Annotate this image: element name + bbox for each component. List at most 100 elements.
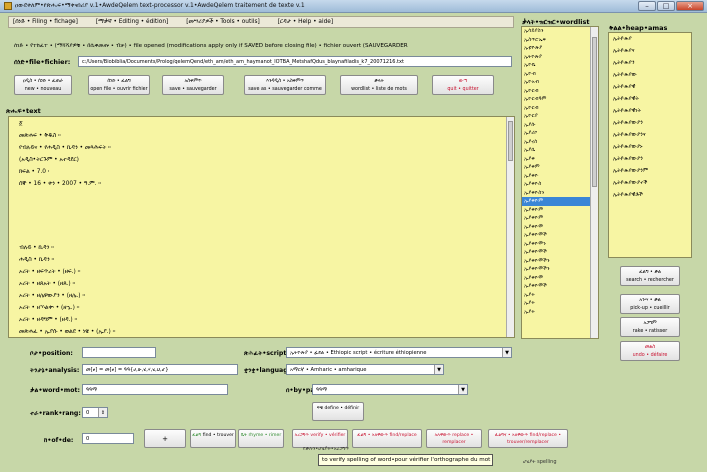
language-select[interactable]: አማርኛ • Amharic • amharique ▼	[286, 364, 444, 375]
wordlist-listbox[interactable]: ኢሳይያስን ኢስጥሮኤፍ ኢቲዮጵያ ኢትዮጵያ ኢዮቤ ኢዮብ ኢዮአብ ኢዮርብ ኢዮርብ…	[521, 26, 599, 339]
undo-button[interactable]: መልስ undo • défaire	[620, 341, 680, 361]
save-button[interactable]: አስቀምጥ save • sauvegarder	[162, 75, 224, 95]
quit-button[interactable]: ውጣ quit • quitter	[432, 75, 494, 95]
search-button-label-am: ፈልግ • ቃል	[639, 270, 661, 275]
wordlist-item[interactable]: ኢስጥሮኤፍ	[522, 36, 598, 45]
word-field[interactable]: ዓዓማ	[82, 384, 228, 395]
wordlist-item[interactable]: ኢያት	[522, 299, 598, 308]
menu-help[interactable]: [ርዳታ • Help • aide]	[278, 19, 333, 26]
pick-up-button[interactable]: አንሣ • ቃል pick-up • cueillir	[620, 294, 680, 314]
heap-item[interactable]: ኢትዮጵያውያን	[609, 153, 691, 165]
wordlist-item[interactable]: ኢዮቤ	[522, 61, 598, 70]
heap-item[interactable]: ኢትዮጵያ	[609, 33, 691, 45]
text-line: ብሉይ • ኪዳን ።	[19, 245, 54, 251]
plus-button[interactable]: +	[144, 429, 186, 448]
heap-item[interactable]: ኢትዮጵያውያንና	[609, 129, 691, 141]
text-scroll-thumb[interactable]	[508, 121, 513, 161]
open-file-button[interactable]: ሰነድ • ፈልግ open file • ouvrir fichier	[88, 75, 150, 95]
position-field[interactable]	[82, 347, 156, 358]
bypar-select[interactable]: ዓዓማ ▼	[312, 384, 468, 395]
find-replace-button[interactable]: ፈልግ • አለዋውጥ find/replace	[352, 429, 422, 448]
wordlist-item[interactable]: ኢያቅዮሞች	[522, 282, 598, 291]
heap-item[interactable]: ኢትዮጵያው	[609, 69, 691, 81]
analysis-label: ትንታኔ•analysis:	[30, 367, 80, 374]
undo-button-label-am: መልስ	[644, 345, 656, 350]
wordlist-button[interactable]: ቃላት wordlist • liste de mots	[340, 75, 418, 95]
wordlist-item[interactable]: ኢያቅዮስ	[522, 180, 598, 189]
wordlist-item[interactable]: ኢያቅ	[522, 155, 598, 164]
wordlist-item[interactable]: ኢዮርያ	[522, 112, 598, 121]
heap-item[interactable]: ኢትዮጵያና	[609, 45, 691, 57]
text-scrollbar[interactable]	[506, 117, 514, 337]
rank-stepper[interactable]: 0 ⇕	[82, 407, 108, 418]
chevron-down-icon[interactable]: ▼	[458, 385, 467, 394]
menu-tools[interactable]: [መሣሪያዎች • Tools • outils]	[186, 19, 260, 26]
maximize-button[interactable]: □	[657, 1, 675, 11]
wordlist-item[interactable]: ኢያሪኮ	[522, 129, 598, 138]
heap-item[interactable]: ኢትዮጵያዊት	[609, 93, 691, 105]
wordlist-item[interactable]: ኢሳይያስን	[522, 27, 598, 36]
heap-item[interactable]: ኢትዮጵያውያኖች	[609, 177, 691, 189]
chevron-down-icon[interactable]: ▼	[434, 365, 443, 374]
wordlist-item[interactable]: ኢያኖስ	[522, 138, 598, 147]
heap-item[interactable]: ኢትዮጵያዊ	[609, 81, 691, 93]
wordlist-scroll-thumb[interactable]	[592, 37, 597, 187]
wordlist-item[interactable]: ኢያቅዮሞ	[522, 223, 598, 232]
wordlist-item[interactable]: ኢያቅም	[522, 163, 598, 172]
define-button[interactable]: ፍቺ define • définir	[312, 402, 364, 421]
wordlist-item[interactable]: ኢያሱ	[522, 121, 598, 130]
text-line: ኦሪት • ዘጸአት • (ዘጸ.) ።	[19, 281, 76, 287]
minimize-button[interactable]: –	[638, 1, 656, 11]
heap-item[interactable]: ኢትዮጵያን	[609, 57, 691, 69]
wordlist-item[interactable]: ኢዮርብዓም	[522, 95, 598, 104]
wordlist-item[interactable]: ኢያቅዮም	[522, 206, 598, 215]
search-button[interactable]: ፈልግ • ቃል search • rechercher	[620, 266, 680, 286]
save-as-button[interactable]: እንዳዲስ • አስቀምጥ save as • sauvegarder comm…	[244, 75, 326, 95]
wordlist-item[interactable]: ኢያት	[522, 308, 598, 317]
chevron-down-icon[interactable]: ▼	[502, 348, 511, 357]
wordlist-item[interactable]: ኢያቅዮሞች	[522, 231, 598, 240]
heap-item[interactable]: ኢትዮጵያውያን	[609, 117, 691, 129]
hold-field[interactable]: 0	[82, 433, 134, 444]
find-button[interactable]: ፈልግ find • trouver	[190, 429, 236, 448]
wordlist-item[interactable]: ኢያቅዮሞን	[522, 240, 598, 249]
rake-button[interactable]: አጋግም rake • ratisser	[620, 317, 680, 337]
menu-filing[interactable]: [ሰነድ • Filing • fichage]	[13, 19, 78, 26]
file-path-field[interactable]: c:/Users/Biobiblia/Documents/Prolog/qele…	[78, 56, 512, 67]
heap-item[interactable]: ኢትዮጵያውያኑ	[609, 141, 691, 153]
heap-listbox[interactable]: ኢትዮጵያ ኢትዮጵያና ኢትዮጵያን ኢትዮጵያው ኢትዮጵያዊ ኢትዮጵያዊት ኢትዮጵ…	[608, 32, 692, 258]
script-select[interactable]: ኢትዮጵያ • ፊደል • Ethiopic script • écriture…	[286, 347, 512, 358]
new-button[interactable]: ዐዲስ • ሰነድ • ፈጠራ new • nouveau	[14, 75, 72, 95]
heap-item[interactable]: ኢትዮጵያዊነት	[609, 105, 691, 117]
wordlist-item[interactable]: ኢያቅዮም	[522, 214, 598, 223]
find-replace-all-button[interactable]: ፈልግና • አለዋውጥ find/replace • trouver/remp…	[488, 429, 568, 448]
wordlist-item[interactable]: ኢያቅዮስን	[522, 189, 598, 198]
heap-item[interactable]: ኢትዮጵያውያንም	[609, 165, 691, 177]
heap-item[interactable]: ኢትዮጵያዊቶች	[609, 189, 691, 201]
rank-label: ተራ•rank•rang:	[30, 410, 81, 417]
wordlist-scrollbar[interactable]	[590, 27, 598, 338]
wordlist-item[interactable]: ኢያቅዮሞች	[522, 248, 598, 257]
wordlist-item[interactable]: ኢያቅዮሞ	[522, 274, 598, 283]
wordlist-item[interactable]: ኢዮብ	[522, 70, 598, 79]
menu-editing[interactable]: [ማቃኛ • Editing • édition]	[96, 19, 168, 26]
wordlist-item[interactable]: ኢያቅዮም	[522, 197, 598, 206]
rhyme-button[interactable]: ቤት rhyme • rimer	[238, 429, 284, 448]
wordlist-item[interactable]: ኢያቅዮሞችን	[522, 265, 598, 274]
wordlist-item[interactable]: ኢቲዮጵያ	[522, 44, 598, 53]
wordlist-item[interactable]: ኢዮአብ	[522, 78, 598, 87]
wordlist-item[interactable]: ኢዮርብ	[522, 87, 598, 96]
close-window-button[interactable]: ×	[676, 1, 704, 11]
wordlist-item[interactable]: ኢያቅዮሞችን	[522, 257, 598, 266]
wordlist-item[interactable]: ኢያቅዮ	[522, 172, 598, 181]
save-button-label-am: አስቀምጥ	[184, 79, 202, 84]
wordlist-item[interactable]: ኢዮርብ	[522, 104, 598, 113]
wordlist-item[interactable]: ኢያት	[522, 291, 598, 300]
wordlist-item[interactable]: ኢያሴ	[522, 146, 598, 155]
text-editor[interactable]: ፩ መጽሐፍ • ቅዱስ ። የብሉይና • የሐዲስ • ኪዳን • መጻሕፍ…	[8, 116, 515, 338]
spinner-icon[interactable]: ⇕	[98, 408, 107, 417]
replace-button[interactable]: አለዋውጥ replace • remplacer	[426, 429, 482, 448]
title-bar: ዐውደቀለም•የጽሑፍ•ማቀናበሪያ v.1•AwdeQelem text-pr…	[0, 0, 707, 13]
analysis-field[interactable]: መ[ፀ] = መ[ፀ] = ዓዓ{ሀ,ሁ,ሂ,ሃ,ሄ,ህ,ሆ}	[82, 364, 238, 375]
wordlist-item[interactable]: ኢትዮጵያ	[522, 53, 598, 62]
